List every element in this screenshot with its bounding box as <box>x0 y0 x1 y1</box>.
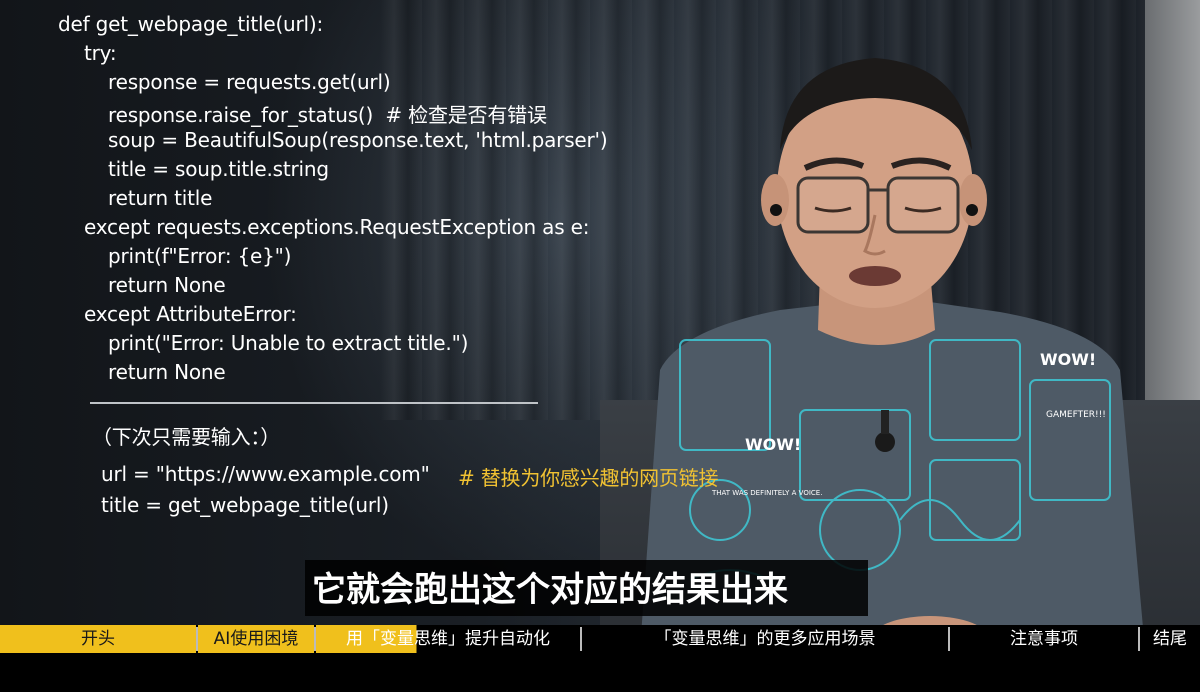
chapter-segment-variable-thinking[interactable]: 用「变量思维」提升自动化 <box>316 625 580 653</box>
usage-note: （下次只需要输入：） <box>92 425 280 449</box>
code-line: return None <box>108 360 226 384</box>
subtitle-caption: 它就会跑出这个对应的结果出来 <box>312 570 788 610</box>
usage-comment: # 替换为你感兴趣的网页链接 <box>458 466 719 490</box>
code-line: return None <box>108 273 226 297</box>
chapter-segment-more-applications[interactable]: 「变量思维」的更多应用场景 <box>582 625 948 653</box>
shirt-text-gamefter: GAMEFTER!!! <box>1046 410 1106 420</box>
code-divider <box>90 402 538 404</box>
code-line: return title <box>108 186 213 210</box>
code-line: title = soup.title.string <box>108 157 329 181</box>
player-bottom-bar <box>0 653 1200 692</box>
presenter: WOW! WOW! GAMEFTER!!! THAT WAS DEFINITEL… <box>640 58 1145 650</box>
chapter-segment-notes[interactable]: 注意事项 <box>950 625 1138 653</box>
shirt-text-wow-right: WOW! <box>1040 350 1096 369</box>
code-line: def get_webpage_title(url): <box>58 12 324 36</box>
code-line: except AttributeError: <box>84 302 297 326</box>
usage-line-title: title = get_webpage_title(url) <box>101 493 389 517</box>
chapter-segment-ending[interactable]: 结尾 <box>1140 625 1200 653</box>
shirt-text-wow-left: WOW! <box>745 435 801 454</box>
code-line: try: <box>84 41 117 65</box>
chapter-segment-ai-dilemma[interactable]: AI使用困境 <box>198 625 314 653</box>
code-line: response.raise_for_status() # 检查是否有错误 <box>108 103 547 127</box>
code-line: response = requests.get(url) <box>108 70 391 94</box>
shirt-text-voice: THAT WAS DEFINITELY A VOICE. <box>711 489 822 497</box>
code-line: soup = BeautifulSoup(response.text, 'htm… <box>108 128 608 152</box>
code-line: print("Error: Unable to extract title.") <box>108 331 469 355</box>
chapter-segment-intro[interactable]: 开头 <box>0 625 196 653</box>
code-line: print(f"Error: {e}") <box>108 244 292 268</box>
chapter-bar: 开头 AI使用困境 用「变量思维」提升自动化 「变量思维」的更多应用场景 注意事… <box>0 625 1200 653</box>
usage-line-url: url = "https://www.example.com" <box>101 462 430 486</box>
code-line: except requests.exceptions.RequestExcept… <box>84 215 590 239</box>
